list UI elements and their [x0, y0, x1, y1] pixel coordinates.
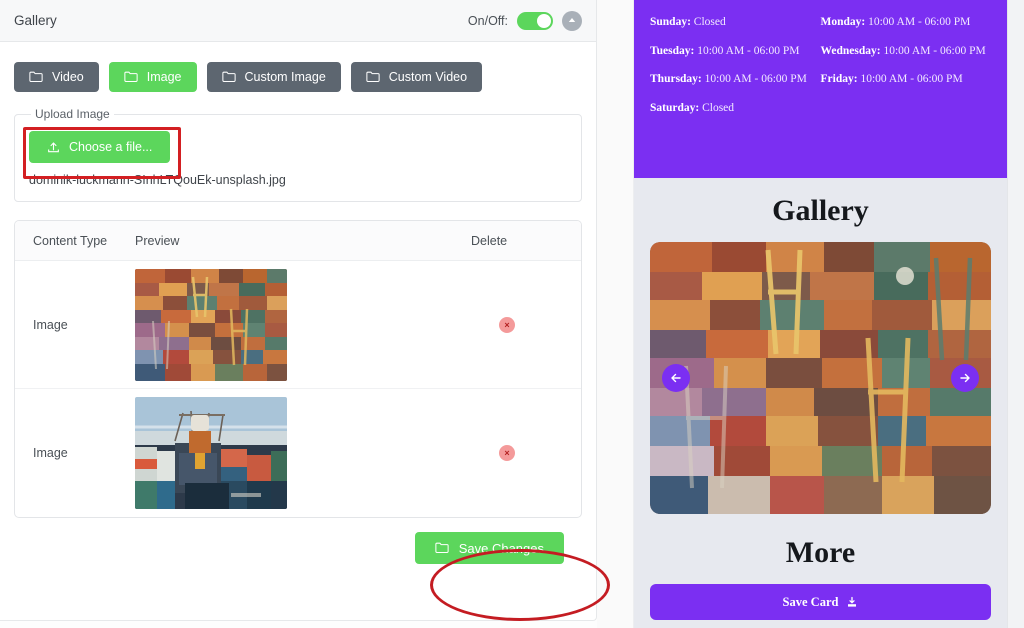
- hours-line: Monday: 10:00 AM - 06:00 PM: [821, 14, 992, 31]
- page-title: Gallery: [14, 13, 57, 28]
- hours-day: Friday:: [820, 73, 858, 86]
- business-hours-block: Sunday: Closed Tuesday: 10:00 AM - 06:00…: [634, 0, 1007, 178]
- hours-day: Wednesday:: [820, 44, 881, 57]
- hours-line: Thursday: 10:00 AM - 06:00 PM: [650, 71, 821, 88]
- type-button-custom-video[interactable]: Custom Video: [350, 62, 483, 92]
- hours-line: Sunday: Closed: [650, 14, 821, 31]
- hours-time: 10:00 AM - 06:00 PM: [701, 73, 807, 86]
- folder-icon: [221, 71, 236, 82]
- upload-legend: Upload Image: [31, 107, 114, 121]
- page-background-right: [1007, 0, 1024, 628]
- cell-content-type: Image: [33, 446, 68, 460]
- save-card-button[interactable]: Save Card: [650, 584, 991, 620]
- column-header-content-type: Content Type: [33, 233, 108, 248]
- panel-gutter: [597, 0, 634, 628]
- carousel-prev-button[interactable]: [662, 364, 690, 392]
- hours-day: Monday:: [820, 16, 866, 28]
- type-button-label: Image: [146, 70, 182, 84]
- cell-preview: [135, 268, 471, 381]
- chevron-up-icon[interactable]: [562, 10, 582, 31]
- hours-time: 10:00 AM - 06:00 PM: [857, 73, 963, 86]
- type-button-label: Video: [52, 70, 84, 84]
- screen: Gallery On/Off: Video Image Custom Image…: [0, 0, 1024, 628]
- save-changes-button[interactable]: Save Changes: [414, 532, 564, 564]
- hours-time: Closed: [699, 102, 735, 115]
- content-table: Content Type Preview Delete Image × Imag…: [14, 220, 582, 518]
- hours-line: Saturday: Closed: [650, 100, 821, 117]
- table-row: Image ×: [15, 389, 581, 517]
- more-heading: More: [785, 536, 856, 569]
- download-icon: [848, 596, 857, 607]
- column-header-preview: Preview: [135, 233, 180, 248]
- gallery-heading: Gallery: [772, 194, 869, 227]
- type-button-video[interactable]: Video: [14, 62, 99, 92]
- type-button-label: Custom Image: [244, 70, 326, 84]
- upload-icon: [48, 141, 59, 152]
- hours-line: Wednesday: 10:00 AM - 06:00 PM: [821, 43, 992, 60]
- preview-thumbnail-container-yard: [135, 268, 287, 381]
- content-type-buttons: Video Image Custom Image Custom Video: [14, 62, 582, 92]
- type-button-label: Custom Video: [388, 70, 468, 84]
- folder-icon: [435, 542, 449, 553]
- type-button-image[interactable]: Image: [108, 62, 197, 92]
- card-preview: Sunday: Closed Tuesday: 10:00 AM - 06:00…: [634, 0, 1007, 628]
- type-button-custom-image[interactable]: Custom Image: [206, 62, 341, 92]
- carousel-next-button[interactable]: [951, 364, 979, 392]
- delete-icon[interactable]: ×: [499, 445, 515, 461]
- save-changes-row: Save Changes: [14, 518, 582, 580]
- cell-delete: ×: [471, 445, 581, 461]
- hours-day: Saturday:: [650, 102, 700, 115]
- hours-time: Closed: [690, 16, 726, 28]
- hours-line: Tuesday: 10:00 AM - 06:00 PM: [650, 43, 821, 60]
- delete-icon[interactable]: ×: [499, 316, 515, 333]
- save-changes-label: Save Changes: [458, 540, 544, 556]
- folder-icon: [124, 71, 138, 82]
- folder-icon: [29, 71, 43, 82]
- save-card-label: Save Card: [782, 594, 839, 609]
- hours-line: Friday: 10:00 AM - 06:00 PM: [821, 71, 992, 88]
- arrow-right-icon: [960, 373, 970, 383]
- hours-day: Sunday:: [650, 16, 691, 28]
- arrow-left-icon: [671, 373, 681, 383]
- hours-time: 10:00 AM - 06:00 PM: [880, 44, 986, 57]
- cell-delete: ×: [471, 316, 581, 333]
- choose-file-label: Choose a file...: [69, 140, 153, 154]
- hours-column-left: Sunday: Closed Tuesday: 10:00 AM - 06:00…: [650, 14, 821, 158]
- hours-time: 10:00 AM - 06:00 PM: [865, 16, 971, 28]
- preview-thumbnail-container-ship: [135, 397, 287, 509]
- hours-time: 10:00 AM - 06:00 PM: [694, 44, 800, 57]
- cell-preview: [135, 397, 471, 509]
- hours-day: Tuesday:: [650, 44, 695, 57]
- table-row: Image ×: [15, 261, 581, 389]
- panel-header: Gallery On/Off:: [0, 0, 596, 42]
- hours-column-right: Monday: 10:00 AM - 06:00 PM Wednesday: 1…: [821, 14, 992, 158]
- panel-body: Video Image Custom Image Custom Video Up…: [0, 42, 596, 580]
- hours-day: Thursday:: [650, 73, 702, 86]
- column-header-delete: Delete: [471, 233, 508, 248]
- onoff-label: On/Off:: [467, 13, 508, 28]
- cell-content-type: Image: [33, 317, 68, 332]
- choose-file-button[interactable]: Choose a file...: [29, 131, 171, 163]
- selected-filename: dominik-luckmann-SInhLTQouEk-unsplash.jp…: [29, 173, 286, 187]
- carousel-image-container-yard: [650, 242, 991, 514]
- header-controls: On/Off:: [467, 10, 582, 31]
- onoff-toggle[interactable]: [517, 11, 553, 30]
- table-header-row: Content Type Preview Delete: [15, 221, 581, 261]
- toggle-knob: [537, 13, 551, 28]
- gallery-admin-panel: Gallery On/Off: Video Image Custom Image…: [0, 0, 597, 621]
- gallery-carousel: [650, 242, 991, 514]
- folder-icon: [366, 71, 380, 82]
- upload-image-fieldset: Upload Image Choose a file... dominik-lu…: [14, 107, 582, 202]
- gallery-section: Gallery: [634, 178, 1007, 514]
